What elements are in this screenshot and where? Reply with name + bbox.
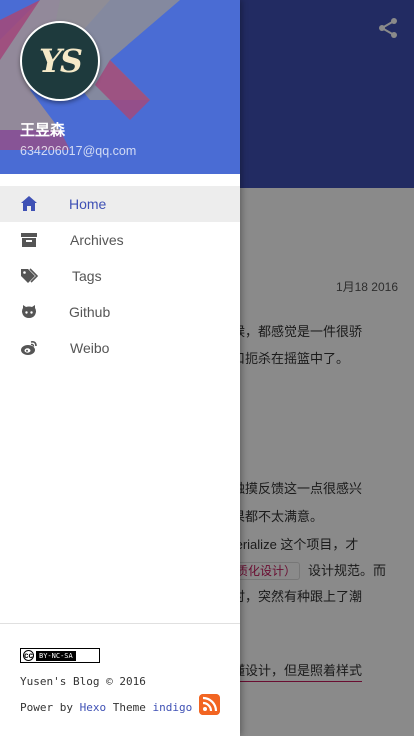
github-icon bbox=[22, 305, 36, 318]
menu-item-home[interactable]: Home bbox=[0, 186, 240, 222]
cc-license-badge[interactable]: cc BY-NC-SA bbox=[20, 648, 100, 663]
license-terms: BY-NC-SA bbox=[36, 650, 76, 661]
user-name: 王昱森 bbox=[20, 122, 66, 139]
indigo-link[interactable]: indigo bbox=[152, 701, 192, 714]
user-email[interactable]: 634206017@qq.com bbox=[20, 144, 136, 158]
power-prefix: Power by bbox=[20, 701, 73, 714]
avatar-logo-text: YS bbox=[39, 42, 83, 80]
drawer-header: YS 王昱森 634206017@qq.com bbox=[0, 0, 240, 174]
menu-item-label: Weibo bbox=[70, 340, 110, 356]
drawer-menu: Home Archives Tags Github Weibo bbox=[0, 186, 240, 366]
menu-item-label: Github bbox=[69, 304, 111, 320]
menu-item-github[interactable]: Github bbox=[0, 294, 240, 330]
theme-text: Theme bbox=[112, 701, 146, 714]
drawer-footer: cc BY-NC-SA Yusen's Blog © 2016 Power by… bbox=[0, 623, 240, 736]
hexo-link[interactable]: Hexo bbox=[80, 701, 107, 714]
rss-icon[interactable] bbox=[199, 694, 220, 715]
menu-item-weibo[interactable]: Weibo bbox=[0, 330, 240, 366]
cc-logo-icon: cc bbox=[23, 650, 34, 661]
powered-by-text: Power by Hexo Theme indigo bbox=[20, 701, 192, 714]
home-icon bbox=[21, 196, 37, 211]
menu-item-tags[interactable]: Tags bbox=[0, 258, 240, 294]
menu-item-label: Home bbox=[69, 196, 107, 212]
avatar[interactable]: YS bbox=[20, 21, 100, 101]
copyright-text: Yusen's Blog © 2016 bbox=[20, 675, 146, 688]
weibo-icon bbox=[21, 341, 37, 355]
menu-item-archives[interactable]: Archives bbox=[0, 222, 240, 258]
menu-item-label: Tags bbox=[72, 268, 102, 284]
menu-item-label: Archives bbox=[70, 232, 124, 248]
archive-icon bbox=[21, 233, 37, 247]
tags-icon bbox=[21, 268, 38, 283]
navigation-drawer: YS 王昱森 634206017@qq.com Home Archives Ta… bbox=[0, 0, 240, 736]
